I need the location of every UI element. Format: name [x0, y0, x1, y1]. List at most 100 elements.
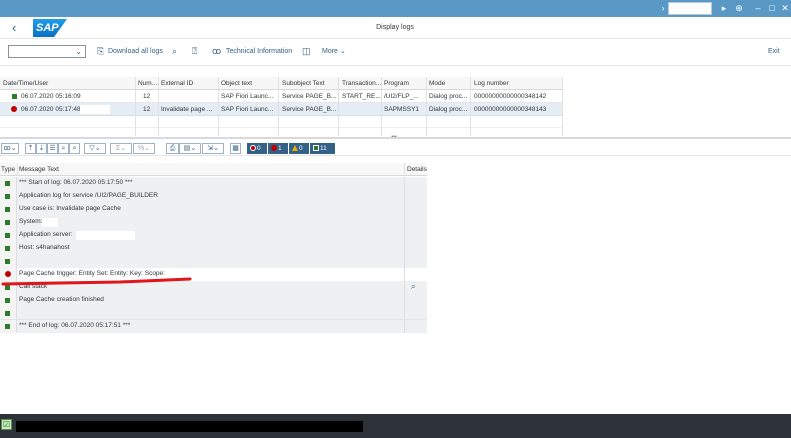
column-divider	[135, 77, 136, 136]
details-cell	[404, 190, 427, 203]
column-header[interactable]: Transaction...	[340, 78, 382, 90]
column-header[interactable]: Num...	[136, 78, 158, 90]
splitter-handle[interactable]: •••	[388, 135, 400, 140]
search-icon[interactable]: ⌕	[58, 143, 69, 154]
log-number: 00000000000000348143	[474, 106, 547, 113]
column-divider	[158, 77, 159, 136]
success-icon	[5, 324, 10, 329]
funnel-icon[interactable]: ▽⌄	[84, 143, 106, 154]
message-row[interactable]	[0, 255, 427, 268]
glasses-icon[interactable]: ꝏ⌄	[1, 143, 19, 154]
message-text: Page Cache creation finished	[17, 294, 404, 307]
error-status-icon	[11, 106, 17, 112]
success-icon	[5, 298, 10, 303]
download-all-logs-button[interactable]: Download all logs	[108, 47, 163, 57]
message-row[interactable]: Use case is: Invalidate page Cache	[0, 203, 427, 216]
redacted-user	[80, 105, 110, 114]
log-transaction: START_RE...	[342, 93, 381, 100]
warning-filter[interactable]: 0	[289, 143, 309, 154]
column-divider	[426, 77, 427, 136]
maximize-icon[interactable]: □	[766, 2, 778, 14]
message-row[interactable]: Application server:	[0, 229, 427, 242]
success-icon	[5, 220, 10, 225]
layout-icon[interactable]: ▦	[230, 143, 241, 154]
export-icon[interactable]: ⇲⌄	[202, 143, 224, 154]
layout-icon[interactable]: ◫	[302, 46, 311, 57]
status-message-redacted	[16, 421, 363, 432]
chevron-down-icon: ⌄	[75, 47, 82, 56]
log-subobject-text: Service PAGE_B...	[282, 93, 337, 100]
close-icon[interactable]: ✕	[779, 2, 791, 14]
column-divider	[404, 163, 405, 176]
exit-button[interactable]: Exit	[768, 47, 780, 57]
message-row[interactable]: Page Cache creation finished	[0, 294, 427, 307]
annotation-underline	[1, 277, 192, 286]
warning-count: 0	[299, 145, 303, 152]
column-header[interactable]: Subobject Text	[280, 78, 338, 90]
column-divider	[562, 77, 563, 136]
view-icon[interactable]: ▤⌄	[179, 143, 201, 154]
details-search-icon[interactable]: ⌕	[411, 282, 415, 292]
column-header[interactable]: Program	[382, 78, 427, 90]
print-icon[interactable]: ⎙	[166, 143, 179, 154]
minimize-icon[interactable]: –	[752, 2, 764, 14]
message-text	[17, 255, 404, 268]
success-icon	[5, 194, 10, 199]
message-row[interactable]: Application log for service /UI2/PAGE_BU…	[0, 190, 427, 203]
column-divider	[218, 77, 219, 136]
back-icon[interactable]: ‹	[12, 20, 24, 36]
message-row[interactable]: *** End of log: 06.07.2020 05:17:51 ***	[0, 320, 427, 333]
play-icon[interactable]: ▸	[718, 2, 730, 14]
column-divider	[381, 77, 382, 136]
column-header[interactable]: Type	[0, 164, 17, 176]
message-row[interactable]: System:	[0, 216, 427, 229]
column-header[interactable]: Message Text	[17, 164, 217, 176]
column-header[interactable]: External ID	[159, 78, 217, 90]
variant-select[interactable]: ⌄	[8, 45, 86, 58]
more-button[interactable]: More ⌄	[322, 47, 346, 57]
details-cell	[404, 255, 427, 268]
log-number: 00000000000000348142	[474, 93, 547, 100]
warning-icon	[292, 145, 298, 152]
type-cell	[0, 203, 17, 216]
details-cell	[404, 268, 427, 281]
column-divider	[338, 77, 339, 136]
sort-ascending-icon[interactable]: ⇡	[25, 143, 36, 154]
technical-information-button[interactable]: Technical Information	[226, 47, 292, 57]
message-text: *** End of log: 06.07.2020 05:17:51 ***	[17, 320, 404, 333]
column-header[interactable]: Date/Time/User	[1, 78, 131, 90]
details-cell	[404, 203, 427, 216]
type-cell	[0, 255, 17, 268]
success-icon	[5, 207, 10, 212]
command-field[interactable]	[668, 2, 712, 15]
filter-icon[interactable]: ☰	[47, 143, 58, 154]
search-icon[interactable]: ⌕	[172, 46, 177, 57]
redacted-system	[42, 218, 58, 227]
help-icon[interactable]: ⍰	[192, 46, 197, 57]
sort-descending-icon[interactable]: ⇣	[36, 143, 47, 154]
lock-icon[interactable]: ⊕	[733, 2, 745, 14]
column-divider	[17, 163, 18, 176]
details-cell	[404, 242, 427, 255]
success-status-icon	[12, 94, 17, 99]
search-next-icon[interactable]: ⌕	[69, 143, 80, 154]
error-filter[interactable]: 1	[268, 143, 288, 154]
log-object-text: SAP Fiori Launc...	[221, 106, 274, 113]
chevron-down-icon: ⌄	[339, 48, 346, 55]
column-header[interactable]: Details	[405, 164, 427, 176]
status-success-icon[interactable]: ☑	[1, 419, 12, 430]
column-header[interactable]: Log number	[472, 78, 562, 90]
message-row[interactable]: *** Start of log: 06.07.2020 05:17:50 **…	[0, 177, 427, 190]
column-header[interactable]: Mode	[427, 78, 472, 90]
column-header[interactable]: Object text	[219, 78, 277, 90]
error-count: 1	[278, 145, 282, 152]
column-divider	[278, 77, 279, 136]
message-text: Application log for service /UI2/PAGE_BU…	[17, 190, 404, 203]
stop-error-filter[interactable]: 0	[247, 143, 267, 154]
message-row[interactable]: Host: s4hanahost	[0, 242, 427, 255]
log-external-id: Invalidate page ...	[161, 106, 213, 113]
details-cell	[404, 320, 427, 333]
download-icon: ⎘	[97, 46, 105, 56]
info-filter[interactable]: 11	[310, 143, 335, 154]
success-icon	[5, 233, 10, 238]
